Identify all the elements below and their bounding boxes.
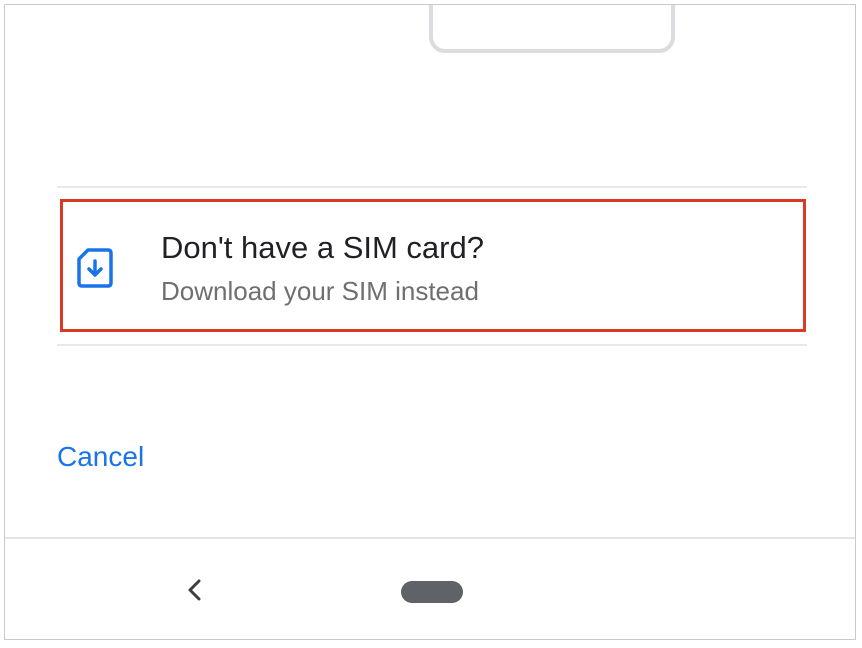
screen-frame: Don't have a SIM card? Download your SIM… [4, 4, 856, 640]
option-title: Don't have a SIM card? [161, 230, 484, 265]
back-chevron-icon[interactable] [183, 575, 207, 605]
home-pill-icon[interactable] [401, 581, 463, 603]
phone-illustration [429, 5, 675, 53]
option-subtitle: Download your SIM instead [161, 276, 479, 306]
top-divider [57, 186, 807, 188]
bottom-divider [57, 344, 807, 346]
download-sim-option[interactable]: Don't have a SIM card? Download your SIM… [60, 199, 806, 332]
cancel-button[interactable]: Cancel [57, 441, 144, 473]
system-navigation-bar [5, 537, 855, 639]
sim-download-icon [77, 248, 113, 288]
